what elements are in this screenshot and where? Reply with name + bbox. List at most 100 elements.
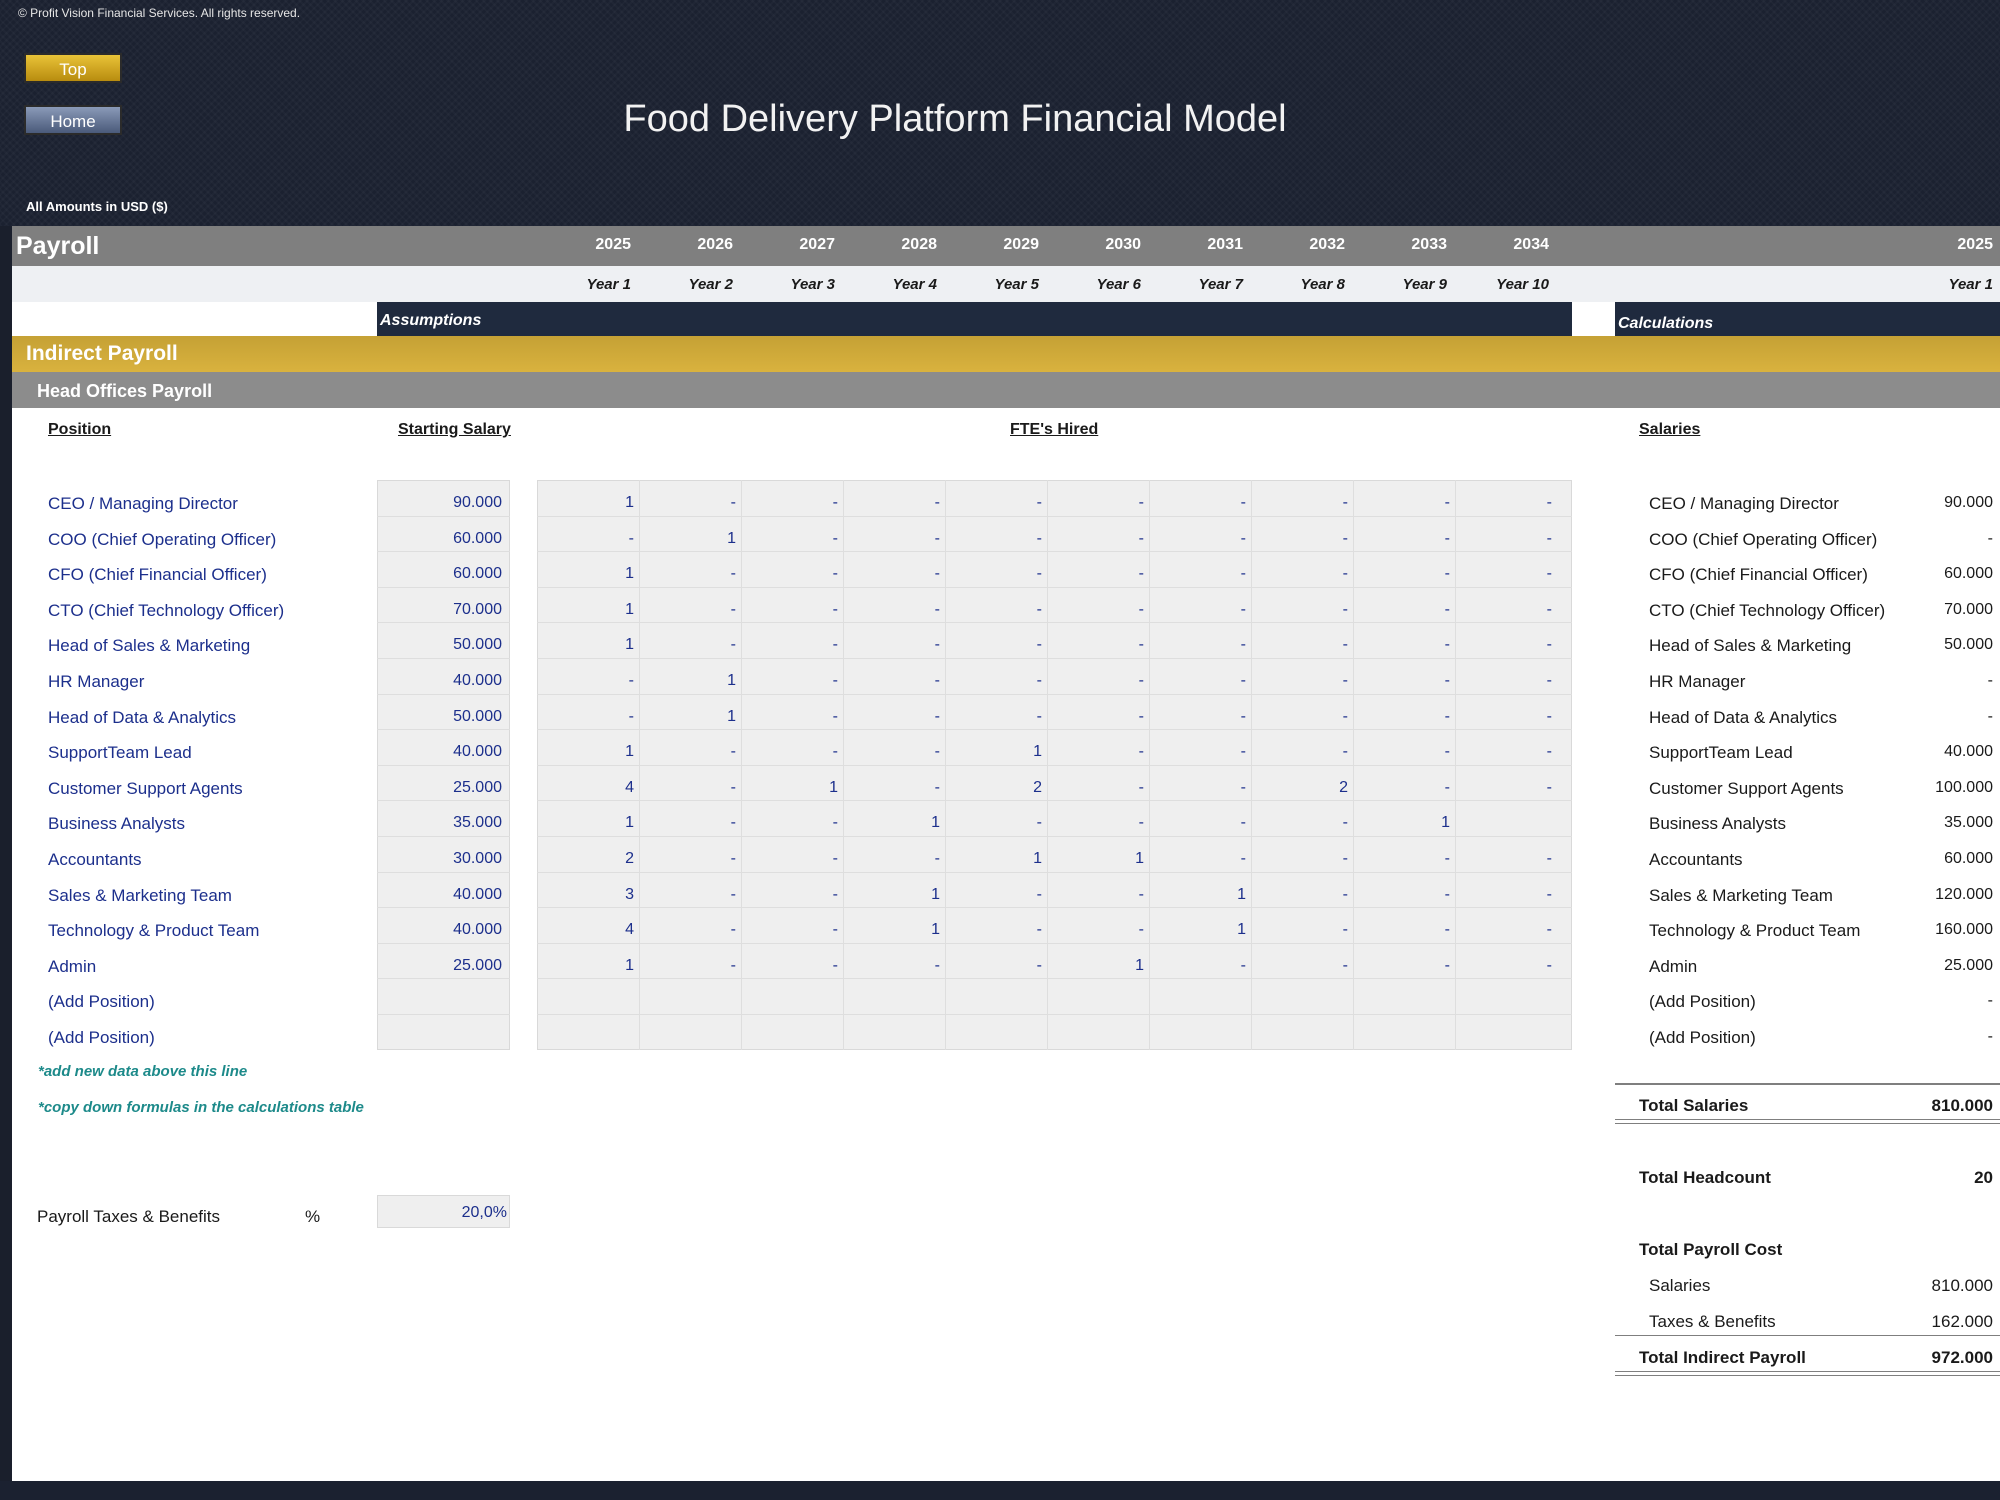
fte-cell[interactable]: -	[1457, 850, 1552, 868]
starting-salary-cell[interactable]: 40.000	[377, 921, 502, 939]
starting-salary-cell[interactable]: 60.000	[377, 530, 502, 548]
fte-cell[interactable]: -	[947, 886, 1042, 904]
fte-cell[interactable]: -	[1355, 530, 1450, 548]
fte-cell[interactable]: 2	[947, 779, 1042, 797]
payroll-taxes-input[interactable]: 20,0%	[377, 1195, 510, 1228]
fte-cell[interactable]: -	[641, 601, 736, 619]
fte-cell[interactable]: -	[1457, 636, 1552, 654]
fte-cell[interactable]: -	[641, 636, 736, 654]
fte-cell[interactable]: 1	[1151, 921, 1246, 939]
fte-cell[interactable]: 1	[743, 779, 838, 797]
fte-cell[interactable]: -	[539, 530, 634, 548]
fte-cell[interactable]: -	[845, 672, 940, 690]
fte-cell[interactable]: -	[1253, 601, 1348, 619]
fte-cell[interactable]: -	[1253, 743, 1348, 761]
fte-cell[interactable]: -	[641, 921, 736, 939]
fte-cell[interactable]: -	[1151, 565, 1246, 583]
fte-cell[interactable]: 2	[539, 850, 634, 868]
fte-cell[interactable]: -	[641, 957, 736, 975]
fte-cell[interactable]: -	[947, 921, 1042, 939]
fte-cell[interactable]: -	[1049, 886, 1144, 904]
fte-cell[interactable]: -	[1457, 743, 1552, 761]
fte-cell[interactable]: -	[1151, 530, 1246, 548]
fte-cell[interactable]: -	[1151, 672, 1246, 690]
fte-cell[interactable]: -	[641, 814, 736, 832]
fte-cell[interactable]: -	[743, 743, 838, 761]
fte-cell[interactable]: -	[1457, 779, 1552, 797]
fte-cell[interactable]: -	[1253, 636, 1348, 654]
fte-cell[interactable]: -	[947, 601, 1042, 619]
fte-cell[interactable]: -	[641, 886, 736, 904]
fte-cell[interactable]: 1	[539, 636, 634, 654]
fte-cell[interactable]: -	[1253, 708, 1348, 726]
fte-cell[interactable]: -	[947, 530, 1042, 548]
fte-cell[interactable]: -	[1457, 494, 1552, 512]
fte-cell[interactable]: -	[845, 743, 940, 761]
fte-cell[interactable]: -	[1457, 957, 1552, 975]
fte-cell[interactable]: -	[743, 850, 838, 868]
fte-cell[interactable]: 1	[539, 743, 634, 761]
fte-cell[interactable]: 1	[641, 672, 736, 690]
fte-cell[interactable]: -	[1049, 743, 1144, 761]
fte-cell[interactable]: -	[1151, 636, 1246, 654]
fte-cell[interactable]: -	[1355, 672, 1450, 690]
fte-cell[interactable]: -	[641, 565, 736, 583]
fte-cell[interactable]: -	[1355, 601, 1450, 619]
fte-cell[interactable]: -	[743, 565, 838, 583]
starting-salary-cell[interactable]: 60.000	[377, 565, 502, 583]
fte-cell[interactable]: -	[1253, 921, 1348, 939]
fte-cell[interactable]: -	[1355, 850, 1450, 868]
fte-cell[interactable]: 1	[641, 530, 736, 548]
fte-cell[interactable]: -	[1355, 565, 1450, 583]
fte-cell[interactable]: -	[1355, 708, 1450, 726]
fte-cell[interactable]: -	[1457, 921, 1552, 939]
starting-salary-cell[interactable]: 30.000	[377, 850, 502, 868]
fte-cell[interactable]: -	[1253, 530, 1348, 548]
fte-cell[interactable]: -	[947, 672, 1042, 690]
fte-cell[interactable]: 1	[845, 814, 940, 832]
fte-cell[interactable]: -	[947, 636, 1042, 654]
fte-cell[interactable]: -	[845, 601, 940, 619]
fte-cell[interactable]: -	[1457, 886, 1552, 904]
fte-cell[interactable]: -	[1355, 779, 1450, 797]
fte-cell[interactable]: -	[845, 850, 940, 868]
fte-cell[interactable]: -	[1049, 565, 1144, 583]
fte-cell[interactable]: -	[1253, 565, 1348, 583]
fte-cell[interactable]: -	[743, 530, 838, 548]
fte-cell[interactable]: -	[641, 494, 736, 512]
fte-cell[interactable]: -	[947, 708, 1042, 726]
fte-cell[interactable]: -	[1355, 743, 1450, 761]
fte-cell[interactable]: -	[947, 814, 1042, 832]
fte-cell[interactable]: -	[539, 708, 634, 726]
fte-cell[interactable]: -	[1049, 636, 1144, 654]
fte-cell[interactable]: 1	[845, 921, 940, 939]
fte-cell[interactable]: -	[1151, 601, 1246, 619]
fte-cell[interactable]: 3	[539, 886, 634, 904]
starting-salary-cell[interactable]: 50.000	[377, 636, 502, 654]
fte-cell[interactable]: -	[743, 814, 838, 832]
fte-cell[interactable]: 1	[539, 814, 634, 832]
fte-cell[interactable]: -	[845, 565, 940, 583]
fte-cell[interactable]: -	[1049, 921, 1144, 939]
fte-cell[interactable]: 1	[539, 601, 634, 619]
fte-cell[interactable]: -	[1151, 957, 1246, 975]
starting-salary-cell[interactable]: 40.000	[377, 672, 502, 690]
fte-cell[interactable]: -	[1457, 708, 1552, 726]
starting-salary-cell[interactable]: 35.000	[377, 814, 502, 832]
starting-salary-cell[interactable]: 40.000	[377, 743, 502, 761]
fte-cell[interactable]: -	[1049, 708, 1144, 726]
fte-cell[interactable]: -	[743, 957, 838, 975]
fte-cell[interactable]: -	[1151, 779, 1246, 797]
fte-cell[interactable]: -	[1253, 814, 1348, 832]
fte-cell[interactable]: -	[1049, 814, 1144, 832]
fte-cell[interactable]: -	[641, 850, 736, 868]
fte-cell[interactable]: -	[1049, 672, 1144, 690]
fte-cell[interactable]: -	[1457, 530, 1552, 548]
fte-cell[interactable]: -	[743, 708, 838, 726]
starting-salary-cell[interactable]: 40.000	[377, 886, 502, 904]
fte-cell[interactable]: -	[1049, 779, 1144, 797]
fte-cell[interactable]: 4	[539, 921, 634, 939]
fte-cell[interactable]: -	[539, 672, 634, 690]
starting-salary-cell[interactable]: 50.000	[377, 708, 502, 726]
fte-cell[interactable]: -	[1457, 672, 1552, 690]
